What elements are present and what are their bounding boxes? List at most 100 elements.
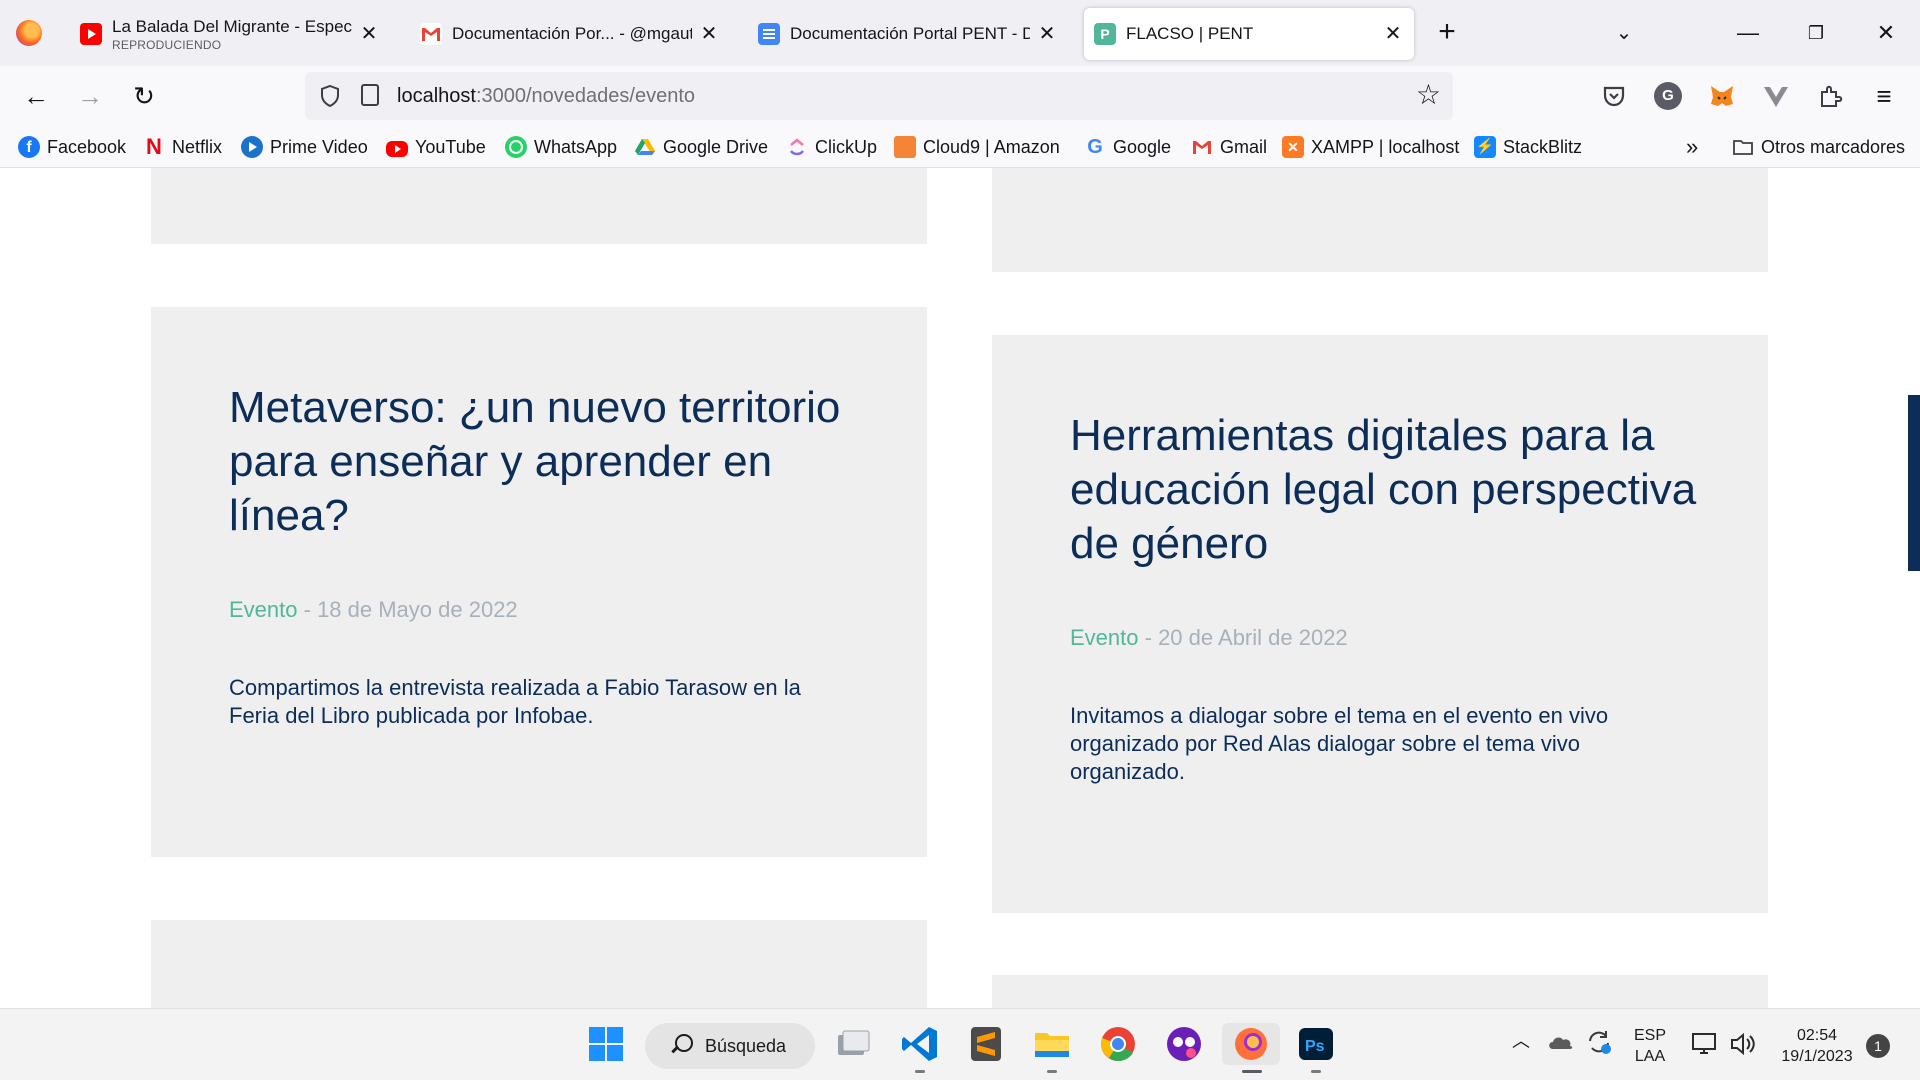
bookmark-facebook[interactable]: f Facebook [18, 135, 126, 159]
other-bookmarks-folder[interactable]: Otros marcadores [1732, 135, 1905, 159]
card-meta: Evento - 18 de Mayo de 2022 [229, 597, 518, 622]
app-icon[interactable] [1163, 1023, 1205, 1065]
netflix-icon: N [146, 134, 162, 159]
search-label: Búsqueda [705, 1036, 787, 1056]
firefox-view-icon[interactable] [16, 20, 42, 46]
tab-title: La Balada Del Migrante - Especi [112, 16, 352, 36]
url-text[interactable]: localhost:3000/novedades/evento [397, 85, 695, 108]
news-card-partial[interactable] [151, 168, 927, 244]
close-icon[interactable]: ✕ [358, 23, 380, 45]
notification-badge[interactable]: 1 [1866, 1034, 1890, 1058]
sublime-text-icon[interactable] [965, 1023, 1007, 1065]
bookmark-cloud9[interactable]: Cloud9 | Amazon [894, 135, 1060, 159]
metamask-fox-icon[interactable] [1708, 82, 1736, 110]
google-docs-icon [758, 23, 780, 45]
bookmark-xampp[interactable]: ✕ XAMPP | localhost [1282, 135, 1459, 159]
photoshop-icon[interactable]: Ps [1295, 1023, 1337, 1073]
card-meta: Evento - 20 de Abril de 2022 [1070, 625, 1348, 650]
sync-icon[interactable] [1584, 1027, 1614, 1057]
close-icon[interactable]: ✕ [698, 23, 720, 45]
taskbar-search[interactable]: Búsqueda [645, 1023, 815, 1069]
close-window-icon[interactable]: ✕ [1866, 16, 1906, 50]
card-category[interactable]: Evento [1070, 625, 1139, 650]
news-card[interactable]: Metaverso: ¿un nuevo territorio para ens… [151, 307, 927, 857]
task-view-icon[interactable] [832, 1023, 874, 1065]
svg-text:Ps: Ps [1305, 1038, 1325, 1055]
active-indicator [1242, 1070, 1262, 1073]
reload-icon[interactable]: ↻ [128, 80, 160, 112]
tab-title: Documentación Por... - @mgaut [452, 24, 692, 43]
news-card[interactable]: Herramientas digitales para la educación… [992, 335, 1768, 913]
tab-subtitle: REPRODUCIENDO [112, 37, 222, 52]
list-tabs-icon[interactable]: ⌄ [1604, 16, 1644, 50]
back-icon[interactable]: ← [20, 80, 52, 112]
card-title[interactable]: Metaverso: ¿un nuevo territorio para ens… [229, 381, 869, 543]
windows-taskbar: Búsqueda Ps ︿ ESP LAA 02:54 19/1/2023 1 [0, 1008, 1920, 1080]
file-explorer-icon[interactable] [1031, 1023, 1073, 1073]
extensions-icon[interactable] [1816, 82, 1844, 110]
bookmark-google[interactable]: G Google [1084, 135, 1171, 159]
bookmark-netflix[interactable]: N Netflix [143, 135, 222, 159]
firefox-icon[interactable] [1222, 1023, 1280, 1073]
vuejs-devtools-icon[interactable] [1762, 82, 1790, 110]
aws-icon [894, 136, 916, 158]
tab-flacso-pent[interactable]: FLACSO | PENT ✕ [1084, 8, 1414, 60]
news-card-partial[interactable] [992, 168, 1768, 272]
bookmark-stackblitz[interactable]: ⚡ StackBlitz [1474, 135, 1582, 159]
xampp-icon: ✕ [1282, 136, 1304, 158]
chrome-icon[interactable] [1097, 1023, 1139, 1065]
volume-icon[interactable] [1728, 1029, 1758, 1059]
side-tab-handle[interactable] [1908, 395, 1920, 571]
app-menu-icon[interactable]: ≡ [1870, 82, 1898, 110]
close-icon[interactable]: ✕ [1036, 23, 1058, 45]
google-icon: G [1087, 136, 1103, 158]
card-date: 18 de Mayo de 2022 [317, 597, 518, 622]
card-summary: Invitamos a dialogar sobre el tema en el… [1070, 703, 1609, 784]
grammarly-icon[interactable]: G [1654, 82, 1682, 110]
card-summary: Compartimos la entrevista realizada a Fa… [229, 675, 801, 728]
pocket-icon[interactable] [1600, 82, 1628, 110]
more-bookmarks-chevron-icon[interactable]: » [1686, 134, 1698, 159]
bookmark-gmail[interactable]: Gmail [1191, 135, 1267, 159]
stackblitz-icon: ⚡ [1474, 136, 1496, 158]
clock[interactable]: 02:54 19/1/2023 [1772, 1025, 1862, 1067]
tab-strip: La Balada Del Migrante - Especi REPRODUC… [0, 0, 1920, 66]
tab-gmail[interactable]: Documentación Por... - @mgaut ✕ [410, 8, 730, 60]
card-title[interactable]: Herramientas digitales para la educación… [1070, 409, 1710, 571]
card-category[interactable]: Evento [229, 597, 298, 622]
running-indicator [1311, 1070, 1321, 1073]
input-language[interactable]: ESP LAA [1628, 1025, 1672, 1067]
bookmark-prime-video[interactable]: Prime Video [241, 135, 368, 159]
bookmark-clickup[interactable]: ClickUp [786, 135, 877, 159]
page-info-icon[interactable] [361, 84, 379, 106]
show-hidden-icons-chevron[interactable]: ︿ [1512, 1031, 1530, 1052]
windows-start-icon[interactable] [585, 1023, 627, 1065]
bookmark-google-drive[interactable]: Google Drive [634, 135, 768, 159]
running-indicator [915, 1070, 925, 1073]
pent-icon [1094, 23, 1116, 45]
youtube-icon [386, 140, 408, 157]
address-bar[interactable]: localhost:3000/novedades/evento ☆ [305, 72, 1453, 120]
tracking-protection-icon[interactable] [319, 84, 341, 108]
gmail-icon [420, 23, 442, 45]
folder-icon [1732, 136, 1754, 158]
vscode-icon[interactable] [899, 1023, 941, 1073]
bookmark-whatsapp[interactable]: WhatsApp [505, 135, 617, 159]
tab-title: Documentación Portal PENT - D [790, 24, 1030, 43]
news-card-partial[interactable] [992, 975, 1768, 1008]
new-tab-button[interactable]: + [1432, 17, 1462, 48]
network-icon[interactable] [1690, 1029, 1720, 1059]
youtube-icon [80, 23, 102, 45]
bookmark-youtube[interactable]: YouTube [386, 135, 486, 159]
minimize-icon[interactable]: — [1728, 16, 1768, 50]
forward-icon[interactable]: → [74, 80, 106, 112]
onedrive-cloud-icon[interactable] [1546, 1027, 1576, 1057]
gmail-icon [1191, 136, 1213, 158]
tab-youtube[interactable]: La Balada Del Migrante - Especi REPRODUC… [70, 8, 390, 60]
close-icon[interactable]: ✕ [1382, 23, 1404, 45]
card-date: 20 de Abril de 2022 [1158, 625, 1348, 650]
restore-icon[interactable]: ❐ [1796, 16, 1836, 50]
news-card-partial[interactable] [151, 920, 927, 1008]
bookmark-star-icon[interactable]: ☆ [1416, 80, 1441, 110]
tab-google-docs[interactable]: Documentación Portal PENT - D ✕ [748, 8, 1068, 60]
